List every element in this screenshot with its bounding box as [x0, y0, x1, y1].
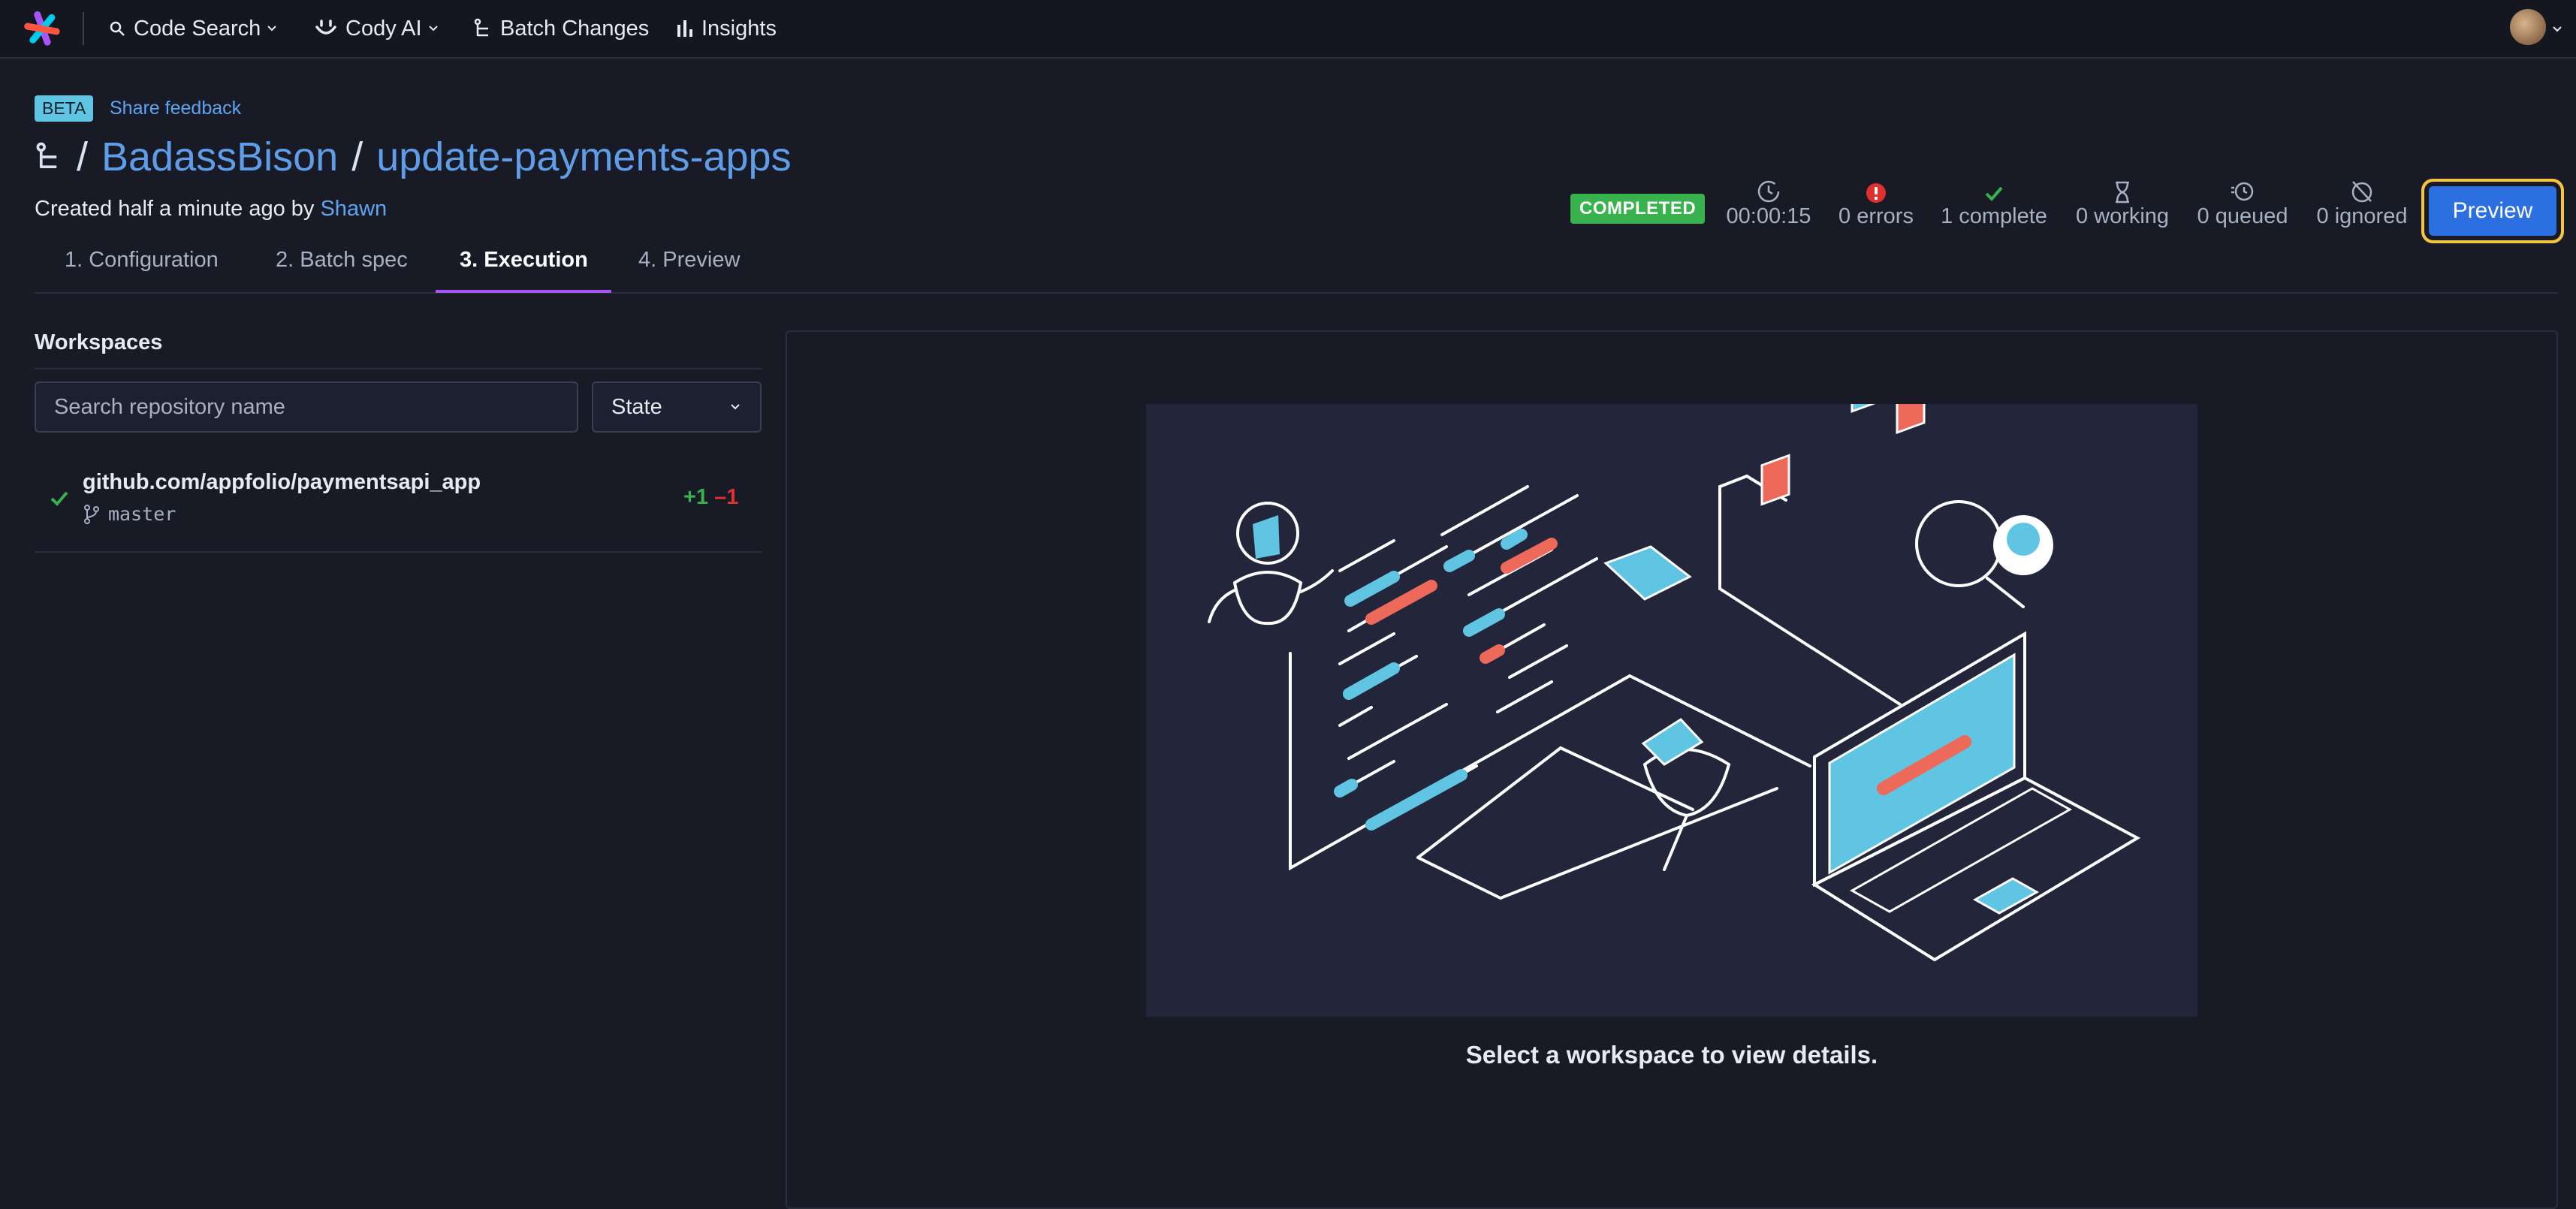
batch-changes-icon: [36, 142, 57, 168]
nav-code-search[interactable]: Code Search: [108, 0, 286, 57]
tab-preview[interactable]: 4. Preview: [638, 248, 740, 273]
chevron-down-icon[interactable]: [2550, 23, 2564, 36]
batch-change-name-link[interactable]: update-payments-apps: [376, 134, 791, 180]
errors-value: 0 errors: [1838, 204, 1914, 228]
queued-stat: 0 queued: [2191, 174, 2294, 229]
state-filter-label: State: [611, 394, 662, 419]
errors-stat: 0 errors: [1834, 174, 1918, 229]
tab-execution[interactable]: 3. Execution: [460, 248, 588, 273]
chevron-down-icon: [428, 26, 438, 32]
nav-batch-changes[interactable]: Batch Changes: [473, 0, 649, 57]
duration-stat: 00:00:15: [1721, 174, 1816, 229]
queued-value: 0 queued: [2197, 204, 2288, 228]
git-branch-icon: [84, 504, 99, 524]
workspace-list-item[interactable]: github.com/appfolio/paymentsapi_app mast…: [35, 457, 762, 553]
ignored-value: 0 ignored: [2316, 204, 2408, 228]
repository-search-input[interactable]: Search repository name: [35, 381, 578, 433]
working-value: 0 working: [2075, 204, 2170, 228]
insights-icon: [677, 20, 692, 37]
error-icon: [1866, 183, 1886, 203]
search-icon: [110, 21, 125, 36]
created-text: Created half a minute ago by: [35, 197, 315, 221]
empty-state-message: Select a workspace to view details.: [1465, 1041, 1878, 1069]
workspace-repo-name: github.com/appfolio/paymentsapi_app: [83, 470, 481, 494]
nav-batch-changes-label: Batch Changes: [500, 16, 650, 41]
chevron-down-icon: [731, 404, 740, 410]
chevron-down-icon: [267, 26, 276, 32]
status-badge: COMPLETED: [1570, 194, 1706, 224]
nav-cody-label: Cody AI: [345, 16, 422, 41]
complete-stat: 1 complete: [1938, 174, 2050, 229]
state-filter-select[interactable]: State: [592, 381, 762, 433]
timer-refresh-icon: [2231, 182, 2254, 201]
empty-state-illustration: [1146, 237, 2197, 1017]
namespace-link[interactable]: BadassBison: [101, 134, 338, 180]
breadcrumb-separator: /: [77, 134, 89, 179]
preview-button[interactable]: Preview: [2429, 186, 2556, 236]
duration-value: 00:00:15: [1726, 204, 1811, 228]
nav-insights[interactable]: Insights: [676, 0, 777, 57]
breadcrumb-separator: /: [351, 134, 363, 179]
share-feedback-link[interactable]: Share feedback: [110, 98, 241, 119]
cody-icon: [315, 20, 336, 35]
search-placeholder: Search repository name: [54, 394, 285, 419]
check-icon: [1985, 186, 2003, 201]
hourglass-icon: [2116, 181, 2129, 204]
beta-badge: BETA: [35, 95, 94, 122]
active-tab-indicator: [436, 290, 611, 293]
workspaces-heading: Workspaces: [35, 330, 163, 354]
sourcegraph-logo[interactable]: [23, 9, 62, 48]
workspaces-heading-divider: [35, 368, 762, 369]
nav-insights-label: Insights: [701, 16, 777, 41]
working-stat: 0 working: [2070, 174, 2175, 229]
workspace-diffstat: +1 –1: [683, 485, 738, 510]
tab-configuration[interactable]: 1. Configuration: [65, 248, 219, 273]
workspace-branch-name: master: [108, 503, 176, 525]
complete-value: 1 complete: [1941, 204, 2047, 228]
workspace-branch: master: [83, 503, 176, 525]
tab-batch-spec[interactable]: 2. Batch spec: [276, 248, 408, 273]
history-icon: [1757, 180, 1780, 203]
user-avatar[interactable]: [2510, 9, 2546, 45]
diff-removed: –1: [714, 485, 739, 509]
batch-changes-icon: [474, 18, 488, 37]
created-info: Created half a minute ago by Shawn: [35, 197, 387, 222]
timer-off-icon: [2351, 181, 2372, 203]
ignored-stat: 0 ignored: [2312, 174, 2412, 229]
nav-code-search-label: Code Search: [134, 16, 261, 41]
diff-added: +1: [683, 485, 709, 509]
nav-divider: [83, 12, 84, 45]
page-title: / BadassBison / update-payments-apps: [35, 134, 792, 180]
author-link[interactable]: Shawn: [320, 197, 387, 221]
top-nav: Code Search Cody AI Batch Changes Insigh…: [0, 0, 2576, 59]
check-icon: [50, 491, 68, 506]
tabs-divider: [35, 292, 2558, 294]
nav-cody[interactable]: Cody AI: [314, 0, 448, 57]
